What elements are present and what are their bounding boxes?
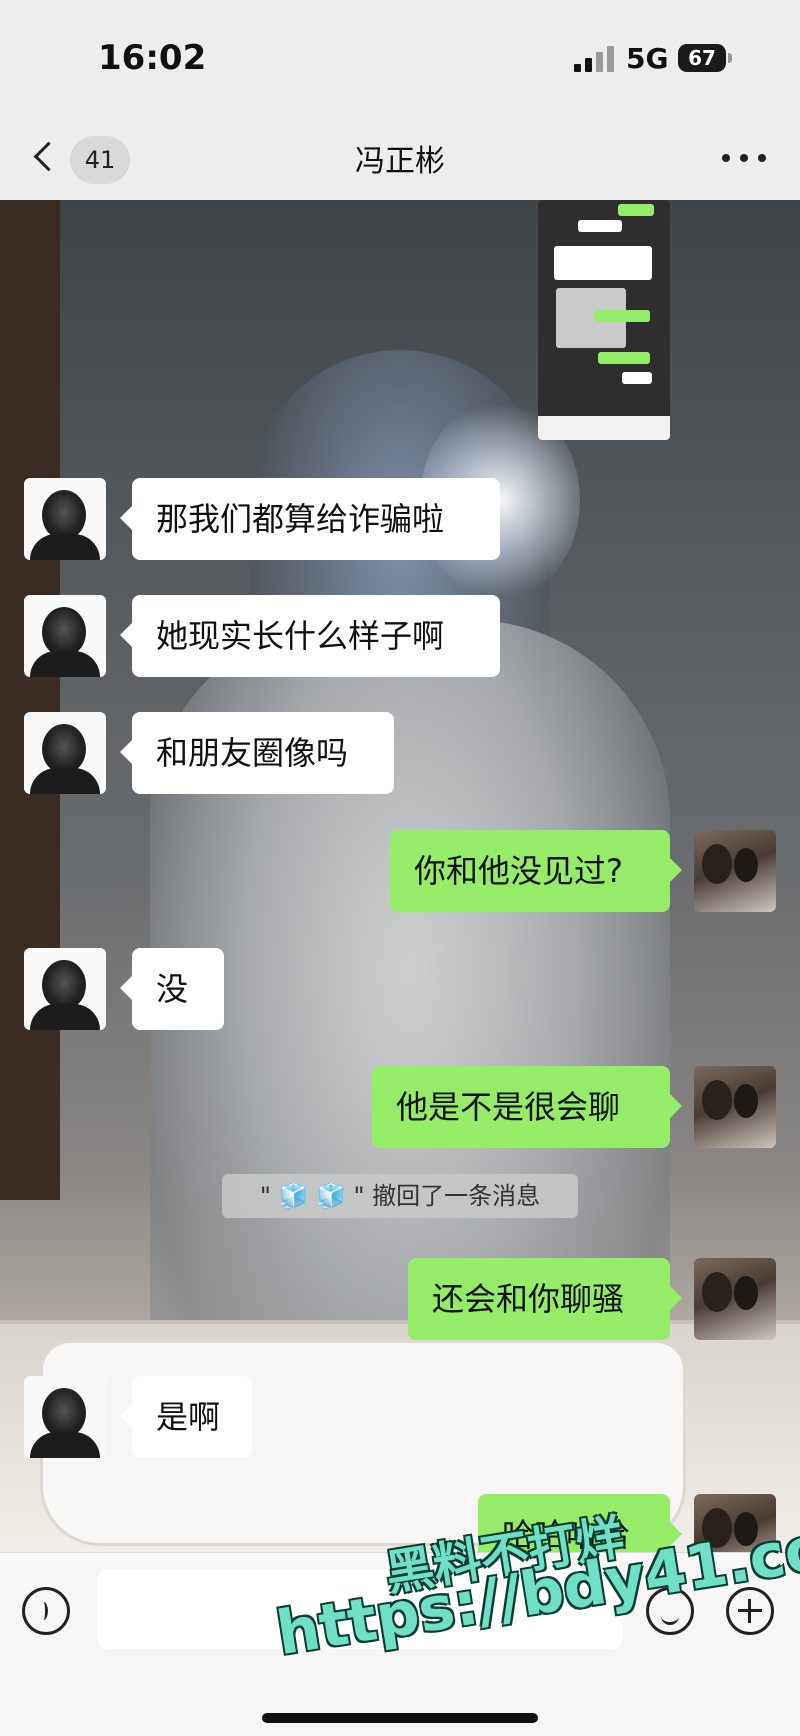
partner-avatar[interactable] (24, 478, 106, 560)
background-door (0, 200, 60, 1200)
incoming-message-bubble[interactable]: 那我们都算给诈骗啦 (120, 478, 500, 560)
incoming-message-bubble[interactable]: 和朋友圈像吗 (120, 712, 394, 794)
incoming-message-bubble[interactable]: 是啊 (120, 1376, 252, 1458)
self-avatar[interactable] (694, 830, 776, 912)
status-bar: 16:02 5G 67 (0, 0, 800, 118)
status-time: 16:02 (98, 38, 207, 78)
home-indicator[interactable] (262, 1713, 538, 1723)
partner-avatar[interactable] (24, 595, 106, 677)
more-options-button[interactable] (722, 148, 766, 168)
incoming-message-bubble[interactable]: 没 (120, 948, 224, 1030)
self-avatar[interactable] (694, 1066, 776, 1148)
partner-avatar[interactable] (24, 948, 106, 1030)
signal-icon (574, 46, 616, 72)
partner-avatar[interactable] (24, 712, 106, 794)
more-dot-icon (722, 154, 730, 162)
battery-icon: 67 (678, 44, 726, 72)
network-label: 5G (626, 42, 669, 75)
outgoing-message-bubble[interactable]: 他是不是很会聊 (372, 1066, 682, 1148)
more-dot-icon (740, 154, 748, 162)
chat-title: 冯正彬 (355, 144, 445, 179)
voice-input-icon[interactable] (22, 1587, 70, 1635)
partner-avatar[interactable] (24, 1376, 106, 1458)
outgoing-message-bubble[interactable]: 还会和你聊骚 (408, 1258, 682, 1340)
incoming-message-bubble[interactable]: 她现实长什么样子啊 (120, 595, 500, 677)
chat-header: 41 冯正彬 (0, 118, 800, 200)
chat-message-area[interactable]: 那我们都算给诈骗啦 她现实长什么样子啊 和朋友圈像吗 你和他没见过? 没 他是不… (0, 200, 800, 1552)
battery-cap (728, 53, 732, 63)
outgoing-message-bubble[interactable]: 你和他没见过? (390, 830, 682, 912)
more-dot-icon (758, 154, 766, 162)
self-avatar[interactable] (694, 1258, 776, 1340)
recall-notice: " 🧊 🧊 " 撤回了一条消息 (222, 1174, 578, 1218)
image-message-thumbnail[interactable] (538, 200, 670, 440)
